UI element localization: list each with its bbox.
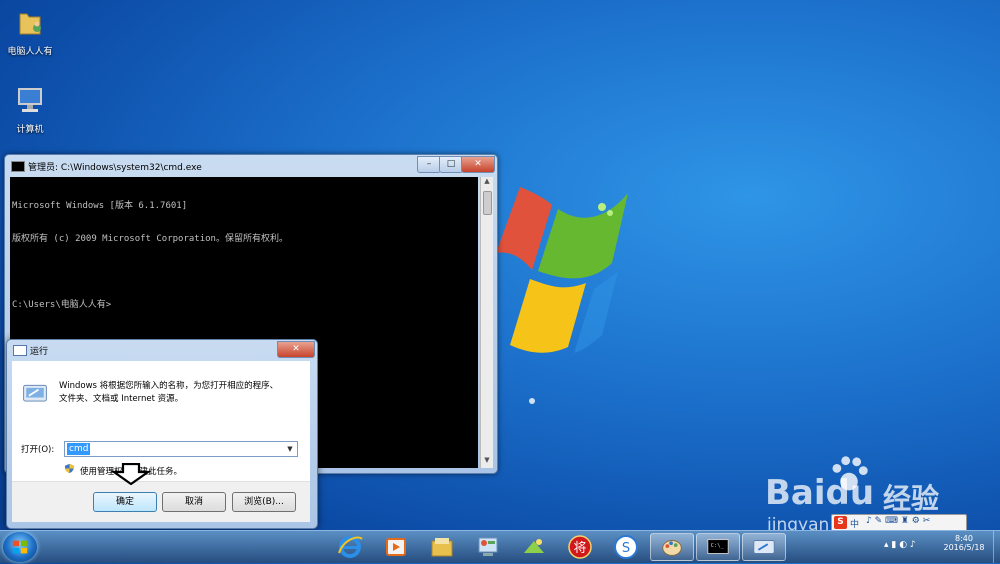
svg-text:将: 将 <box>573 541 586 556</box>
ime-punct-icon[interactable]: ♪ ✎ ⌨ ♜ ⚙ ✂ <box>866 516 930 526</box>
sogou-ime-icon: S <box>834 516 847 529</box>
run-description: Windows 将根据您所输入的名称，为您打开相应的程序、 文件夹、文档或 In… <box>59 380 278 406</box>
clock-time: 8:40 <box>955 534 973 543</box>
windows-flag-icon <box>12 540 28 554</box>
minimize-button[interactable]: – <box>417 156 441 173</box>
media-player-icon <box>386 538 406 556</box>
taskbar: 将 S C:\_ ▴ ▮ ◐ ♪ 8:40 2016/5/18 <box>0 530 1000 563</box>
desktop-icon-label: 电脑人人有 <box>7 47 53 57</box>
desktop-icon-computer[interactable]: 计算机 <box>0 84 60 135</box>
user-folder-icon <box>19 13 41 35</box>
open-combobox[interactable]: cmd ▼ <box>64 441 298 457</box>
taskbar-explorer[interactable] <box>422 533 462 561</box>
taskbar-ie[interactable] <box>330 533 370 561</box>
svg-text:C:\_: C:\_ <box>711 543 725 549</box>
taskbar-media-player[interactable] <box>376 533 416 561</box>
watermark-brand: Baidu <box>765 473 875 513</box>
ime-mode[interactable]: 中 <box>850 517 859 530</box>
chevron-down-icon[interactable]: ▼ <box>283 442 297 456</box>
desktop-icon-user-folder[interactable]: 电脑人人有 <box>0 6 60 57</box>
taskbar-photos[interactable] <box>514 533 554 561</box>
clock[interactable]: 8:40 2016/5/18 <box>936 534 992 552</box>
browse-button[interactable]: 浏览(B)... <box>232 492 296 512</box>
explorer-icon <box>431 538 453 557</box>
description-line: 文件夹、文档或 Internet 资源。 <box>59 394 184 404</box>
taskbar-control-panel[interactable] <box>468 533 508 561</box>
console-line: 版权所有 (c) 2009 Microsoft Corporation。保留所有… <box>12 234 288 244</box>
cmd-scrollbar[interactable]: ▲ ▼ <box>480 177 493 468</box>
run-title: 运行 <box>30 347 49 357</box>
control-panel-icon <box>478 537 498 556</box>
run-taskbar-icon <box>753 540 775 554</box>
svg-text:S: S <box>622 541 630 556</box>
taskbar-cmd[interactable]: C:\_ <box>696 533 740 561</box>
cmd-icon <box>11 161 25 172</box>
ok-button[interactable]: 确定 <box>93 492 157 512</box>
cmd-taskbar-icon: C:\_ <box>707 539 729 554</box>
watermark-suffix: 经验 <box>883 482 940 515</box>
clock-date: 2016/5/18 <box>943 543 985 552</box>
cmd-title: 管理员: C:\Windows\system32\cmd.exe <box>28 163 202 173</box>
console-prompt: C:\Users\电脑人人有> <box>12 300 112 310</box>
photos-icon <box>524 539 544 553</box>
run-titlebar[interactable]: 运行 ✕ <box>7 340 317 360</box>
run-dialog[interactable]: 运行 ✕ Windows 将根据您所输入的名称，为您打开相应的程序、 文件夹、文… <box>6 339 318 529</box>
taskbar-chess[interactable]: 将 <box>560 533 600 561</box>
run-footer: 确定 取消 浏览(B)... <box>12 463 310 522</box>
open-label: 打开(O): <box>21 445 55 455</box>
description-line: Windows 将根据您所输入的名称，为您打开相应的程序、 <box>59 381 279 391</box>
scroll-up-icon[interactable]: ▲ <box>481 177 493 189</box>
cancel-button[interactable]: 取消 <box>162 492 226 512</box>
tray-icons[interactable]: ▴ ▮ ◐ ♪ <box>884 540 916 550</box>
paint-icon <box>662 540 682 556</box>
maximize-button[interactable]: □ <box>439 156 463 173</box>
run-title-icon <box>13 345 27 356</box>
show-desktop-button[interactable] <box>993 531 1000 563</box>
run-icon <box>23 384 47 402</box>
taskbar-run[interactable] <box>742 533 786 561</box>
scroll-down-icon[interactable]: ▼ <box>481 456 493 468</box>
windows-logo <box>496 187 628 404</box>
desktop-icon-label: 计算机 <box>16 125 44 135</box>
taskbar-paint[interactable] <box>650 533 694 561</box>
cmd-titlebar[interactable]: 管理员: C:\Windows\system32\cmd.exe – □ ✕ <box>5 155 497 177</box>
scroll-thumb[interactable] <box>483 191 492 215</box>
sogou-icon: S <box>614 535 638 559</box>
computer-icon <box>18 88 42 112</box>
run-content: Windows 将根据您所输入的名称，为您打开相应的程序、 文件夹、文档或 In… <box>12 361 310 522</box>
arrow-down-icon <box>111 463 151 485</box>
console-line: ​ <box>12 267 476 278</box>
taskbar-sogou[interactable]: S <box>606 533 646 561</box>
close-button[interactable]: ✕ <box>461 156 495 173</box>
start-button[interactable] <box>3 532 37 562</box>
chess-icon: 将 <box>568 535 592 559</box>
shield-icon <box>64 463 75 474</box>
open-input[interactable]: cmd <box>67 443 91 455</box>
ie-icon <box>338 536 363 558</box>
console-line: Microsoft Windows [版本 6.1.7601] <box>12 201 188 211</box>
run-close-button[interactable]: ✕ <box>277 341 315 358</box>
